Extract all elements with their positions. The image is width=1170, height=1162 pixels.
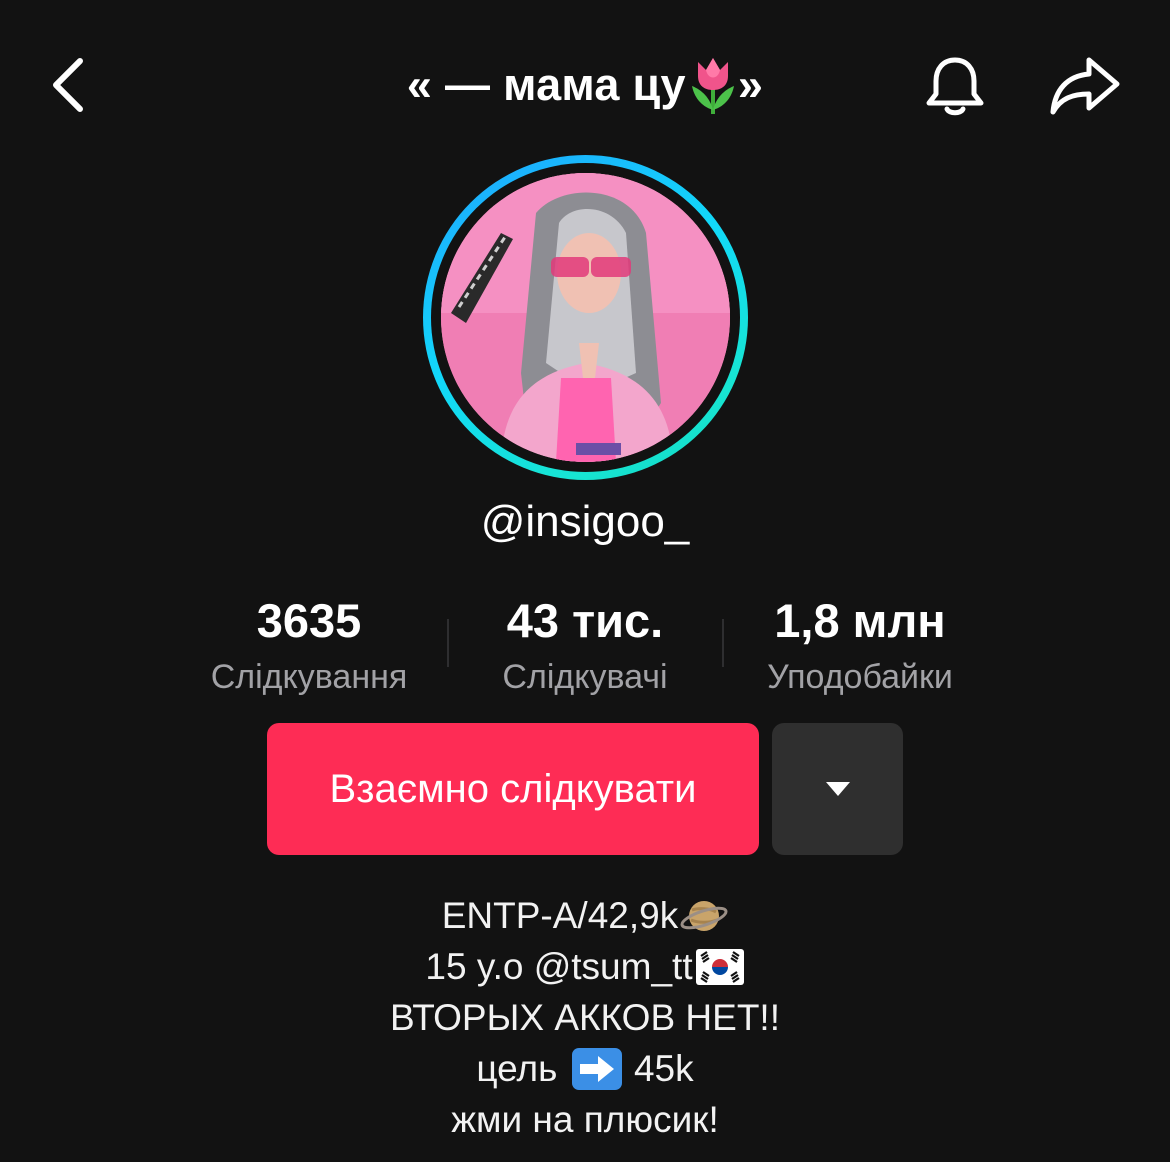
caret-down-icon — [825, 782, 850, 796]
likes-label: Уподобайки — [767, 658, 953, 696]
ringed-planet-emoji — [680, 900, 728, 931]
bio-line-text: 15 y.o @tsum_tt — [425, 946, 693, 987]
tulip-emoji — [691, 58, 734, 114]
follow-back-button[interactable]: Взаємно слідкувати — [267, 723, 759, 855]
notifications-button[interactable] — [915, 50, 995, 122]
profile-photo — [441, 173, 730, 462]
stat-likes[interactable]: 1,8 млн Уподобайки — [738, 590, 982, 708]
bio-line-text: ENTP-A/42,9k — [441, 895, 679, 936]
back-button[interactable] — [36, 50, 100, 120]
south-korea-flag-emoji — [695, 948, 744, 985]
stat-followers[interactable]: 43 тис. Слідкувачі — [466, 590, 704, 708]
followers-label: Слідкувачі — [502, 658, 668, 696]
bell-icon — [926, 57, 984, 116]
bio-line-text: 45k — [623, 1048, 694, 1089]
bio-line: ВТОРЫХ АККОВ НЕТ!! — [390, 992, 780, 1043]
bio-line: цель 45k — [476, 1043, 694, 1094]
avatar-ring[interactable] — [423, 155, 748, 480]
more-options-button[interactable] — [772, 723, 903, 855]
right-arrow-emoji — [571, 1047, 622, 1090]
share-arrow-icon — [1050, 57, 1120, 115]
following-label: Слідкування — [210, 658, 408, 696]
page-title-end: » — [737, 59, 764, 110]
bio-line-text: ВТОРЫХ АККОВ НЕТ!! — [390, 997, 780, 1038]
share-button[interactable] — [1043, 48, 1127, 124]
likes-count: 1,8 млн — [774, 594, 946, 647]
page-title-text: « — мама цу — [406, 59, 686, 110]
following-count: 3635 — [256, 594, 362, 647]
stat-divider — [722, 619, 724, 667]
username: @insigoo_ — [480, 497, 690, 546]
stat-following[interactable]: 3635 Слідкування — [188, 590, 430, 708]
bio-line: 15 y.o @tsum_tt — [425, 941, 744, 992]
bio-line-text: жми на плюсик! — [451, 1099, 719, 1140]
bio: ENTP-A/42,9k 15 y.o @tsum_tt ВТОРЫХ АККО… — [235, 890, 935, 1145]
avatar[interactable] — [441, 173, 730, 462]
bio-line-text: цель — [476, 1048, 568, 1089]
bio-line: ENTP-A/42,9k — [442, 890, 728, 941]
page-title: « — мама цу » — [300, 54, 870, 116]
followers-count: 43 тис. — [506, 594, 664, 647]
profile-screen: « — мама цу » @insigoo_ 3635 Слідкування… — [0, 0, 1170, 1162]
stat-divider — [447, 619, 449, 667]
bio-line: жми на плюсик! — [451, 1094, 718, 1145]
chevron-left-icon — [53, 58, 83, 112]
